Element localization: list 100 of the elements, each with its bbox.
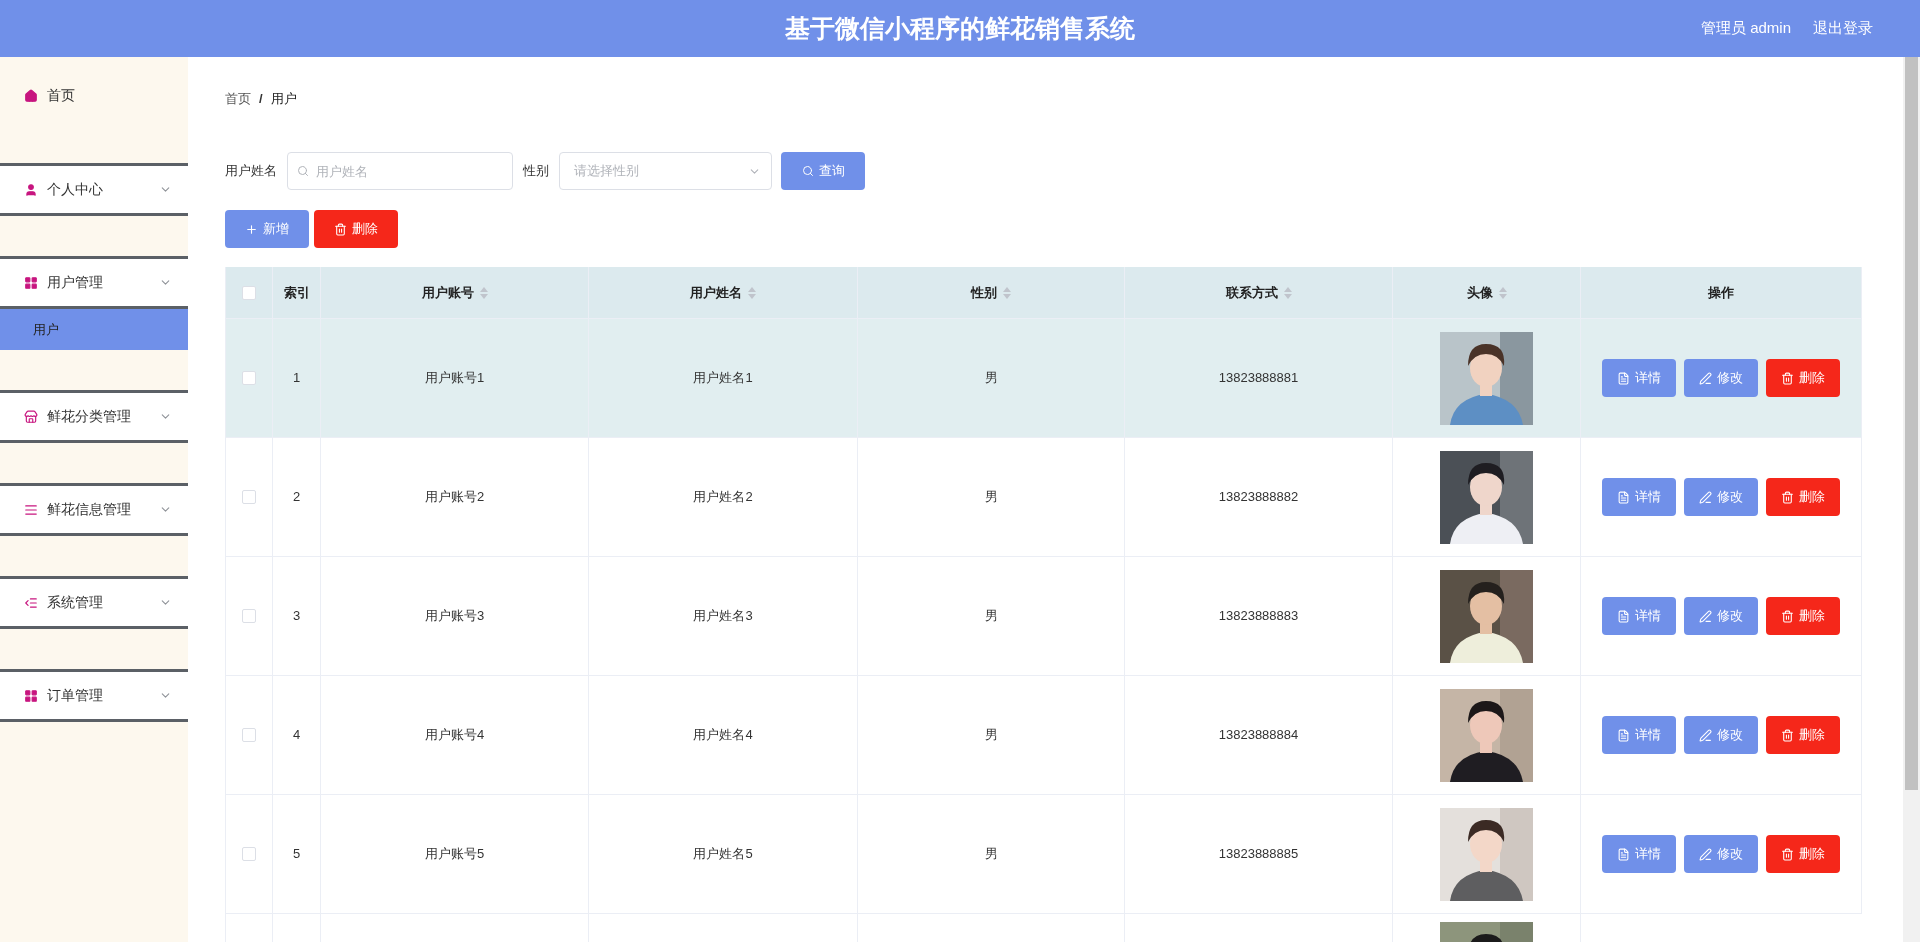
list-icon (24, 595, 38, 610)
delete-button[interactable]: 删除 (1766, 716, 1840, 754)
user-label: 管理员 admin (1700, 18, 1791, 39)
breadcrumb-link[interactable]: 用户 (270, 89, 297, 109)
trash-icon (1781, 847, 1794, 861)
delete-button[interactable]: 删除 (1766, 597, 1840, 635)
table-cell-text: 男 (984, 726, 998, 745)
app-title: 基于微信小程序的鲜花销售系统 (785, 12, 1135, 44)
grid-icon (24, 688, 38, 703)
logout-link[interactable]: 退出登录 (1813, 17, 1873, 40)
column-header[interactable]: 操作 (1708, 282, 1734, 303)
delete-button[interactable]: 删除 (1766, 359, 1840, 397)
pencil-icon (1699, 609, 1712, 623)
pencil-icon (1699, 371, 1712, 385)
column-header[interactable]: 联系方式 (1225, 282, 1292, 303)
checkbox[interactable] (242, 609, 256, 623)
table-cell-text: 13823888885 (1218, 845, 1299, 864)
table-cell-text: 男 (984, 369, 998, 388)
table-cell-text: 用户账号2 (424, 488, 485, 507)
checkbox[interactable] (242, 490, 256, 504)
sort-icon[interactable] (1498, 286, 1507, 299)
sidebar-item[interactable]: 个人中心 (0, 163, 188, 216)
field-label: 用户姓名 (225, 162, 277, 181)
delete-button[interactable]: 删除 (1766, 478, 1840, 516)
detail-button[interactable]: 详情 (1602, 597, 1676, 635)
edit-button[interactable]: 修改 (1684, 716, 1758, 754)
trash-icon (1781, 490, 1794, 504)
home-icon (24, 88, 38, 103)
sidebar-item[interactable]: 订单管理 (0, 669, 188, 722)
detail-button[interactable]: 详情 (1602, 478, 1676, 516)
column-header[interactable]: 用户姓名 (690, 282, 756, 303)
search-icon (297, 165, 309, 177)
add-button[interactable]: 新增 (225, 210, 309, 248)
table-cell-text: 男 (984, 845, 998, 864)
table-cell-text: 用户账号3 (424, 607, 485, 626)
table-cell-text: 用户姓名3 (693, 607, 753, 626)
checkbox[interactable] (242, 847, 256, 861)
table-cell-text: 用户姓名4 (693, 726, 753, 745)
document-icon (1617, 847, 1630, 861)
table-cell-text: 用户姓名1 (693, 369, 753, 388)
delete-button[interactable]: 删除 (1766, 835, 1840, 873)
delete-button[interactable]: 删除 (314, 210, 398, 248)
submenu-item[interactable]: 用户 (0, 309, 188, 350)
column-header[interactable]: 性别 (971, 282, 1011, 303)
trash-icon (1781, 728, 1794, 742)
name-search-field[interactable]: 用户姓名 (287, 152, 513, 190)
detail-button[interactable]: 详情 (1602, 716, 1676, 754)
table-cell-text: 男 (984, 488, 998, 507)
detail-button[interactable]: 详情 (1602, 359, 1676, 397)
sort-icon[interactable] (479, 286, 488, 299)
edit-button[interactable]: 修改 (1684, 359, 1758, 397)
table-cell-text: 用户账号1 (424, 369, 485, 388)
pencil-icon (1699, 490, 1712, 504)
sidebar-item[interactable]: 系统管理 (0, 576, 188, 629)
sort-icon[interactable] (1283, 286, 1292, 299)
edit-button[interactable]: 修改 (1684, 478, 1758, 516)
breadcrumb-link[interactable]: 首页 (225, 89, 251, 109)
search-icon (801, 165, 814, 177)
document-icon (1617, 609, 1630, 623)
pencil-icon (1699, 847, 1712, 861)
sidebar-item[interactable]: 鲜花分类管理 (0, 390, 188, 443)
detail-button[interactable]: 详情 (1602, 835, 1676, 873)
table-cell-text: 13823888881 (1218, 369, 1299, 388)
sort-icon[interactable] (1003, 286, 1011, 299)
gender-select[interactable]: 请选择性别 (559, 152, 772, 190)
table-cell-text: 3 (292, 607, 301, 626)
edit-button[interactable]: 修改 (1684, 835, 1758, 873)
sort-icon[interactable] (748, 286, 756, 299)
lines-icon (24, 502, 38, 517)
breadcrumb-separator: / (259, 90, 263, 109)
document-icon (1617, 490, 1630, 504)
pencil-icon (1699, 728, 1712, 742)
checkbox[interactable] (242, 285, 256, 300)
table-cell-text: 男 (984, 607, 998, 626)
column-header[interactable]: 用户账号 (421, 282, 488, 303)
grid-icon (24, 275, 38, 290)
table-cell-text: 13823888884 (1218, 726, 1299, 745)
table-cell-text: 用户姓名2 (693, 488, 753, 507)
table-cell-text: 用户账号4 (424, 726, 485, 745)
field-label: 性别 (523, 162, 549, 181)
plus-icon (245, 222, 258, 236)
edit-button[interactable]: 修改 (1684, 597, 1758, 635)
table-cell-text: 13823888883 (1218, 607, 1299, 626)
search-button[interactable]: 查询 (781, 152, 865, 190)
sidebar-item[interactable]: 鲜花信息管理 (0, 483, 188, 536)
column-header[interactable]: 头像 (1466, 282, 1507, 303)
user-icon (24, 182, 38, 197)
table-cell-text: 1 (292, 369, 301, 388)
table-cell-text: 5 (292, 845, 301, 864)
trash-icon (334, 222, 347, 236)
trash-icon (1781, 371, 1794, 385)
sidebar-item[interactable]: 用户管理 (0, 256, 188, 309)
column-header[interactable]: 索引 (283, 282, 310, 303)
document-icon (1617, 371, 1630, 385)
checkbox[interactable] (242, 728, 256, 742)
table-cell-text: 4 (292, 726, 301, 745)
store-icon (24, 409, 38, 424)
table-cell-text: 13823888882 (1218, 488, 1299, 507)
trash-icon (1781, 609, 1794, 623)
checkbox[interactable] (242, 371, 256, 385)
